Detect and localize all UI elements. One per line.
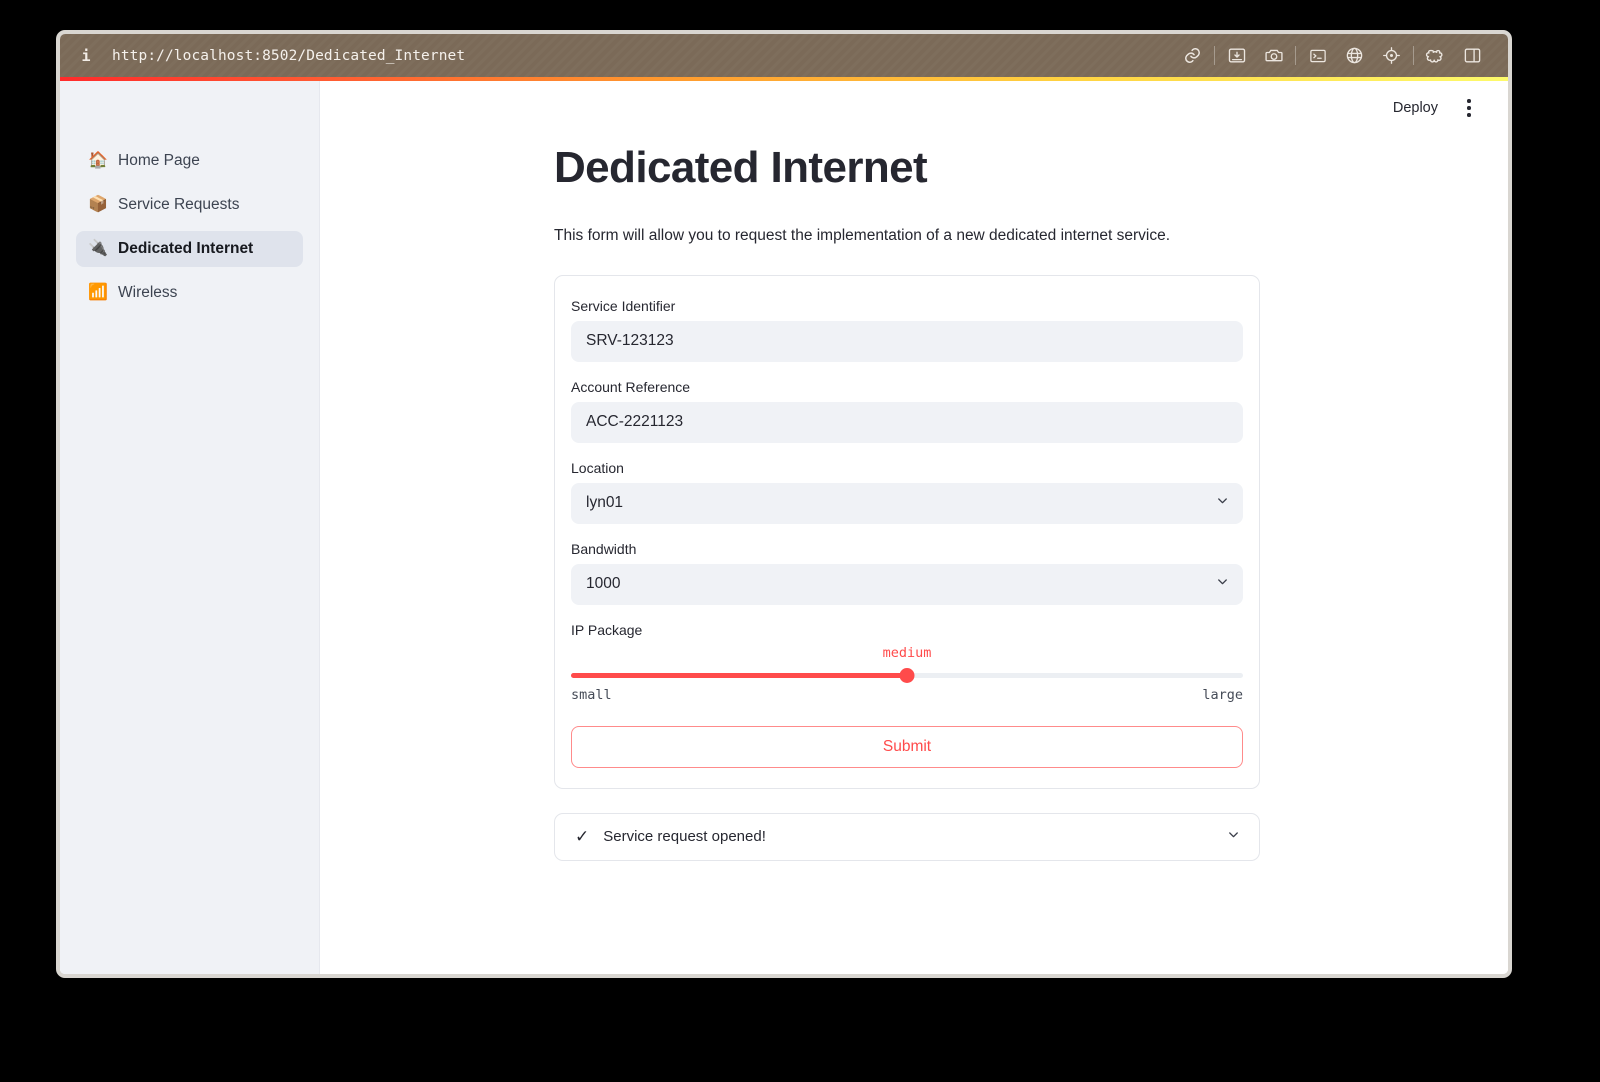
titlebar-icon-group-1 xyxy=(1171,45,1214,66)
kebab-dot xyxy=(1467,99,1471,103)
package-icon: 📦 xyxy=(88,196,108,213)
sidebar-item-service-requests[interactable]: 📦 Service Requests xyxy=(76,187,303,223)
kebab-dot xyxy=(1467,113,1471,117)
content-column: Dedicated Internet This form will allow … xyxy=(554,81,1260,861)
terminal-icon[interactable] xyxy=(1307,45,1328,66)
titlebar-icon-group-2 xyxy=(1215,45,1295,66)
download-image-icon[interactable] xyxy=(1226,45,1247,66)
field-service-identifier: Service Identifier SRV-123123 xyxy=(571,298,1243,362)
deploy-button[interactable]: Deploy xyxy=(1387,96,1444,120)
field-label: Account Reference xyxy=(571,378,691,395)
title-bar: i http://localhost:8502/Dedicated_Intern… xyxy=(60,34,1508,77)
kebab-dot xyxy=(1467,106,1471,110)
field-label: Service Identifier xyxy=(571,297,676,314)
field-ip-package: IP Package medium small large xyxy=(571,622,1243,703)
titlebar-icon-group-4 xyxy=(1414,45,1494,66)
status-text: Service request opened! xyxy=(603,828,766,846)
globe-icon[interactable] xyxy=(1344,45,1365,66)
camera-icon[interactable] xyxy=(1263,45,1284,66)
titlebar-icon-group-3 xyxy=(1296,45,1413,66)
account-reference-input[interactable]: ACC-2221123 xyxy=(571,401,1243,443)
service-identifier-input[interactable]: SRV-123123 xyxy=(571,320,1243,362)
field-location: Location lyn01 xyxy=(571,460,1243,524)
sidebar-item-dedicated-internet[interactable]: 🔌 Dedicated Internet xyxy=(76,231,303,267)
submit-button[interactable]: Submit xyxy=(571,725,1243,768)
top-actions: Deploy xyxy=(1387,95,1480,121)
sidebar: 🏠 Home Page 📦 Service Requests 🔌 Dedicat… xyxy=(60,81,320,974)
sidebar-item-label: Wireless xyxy=(118,284,178,301)
request-form-card: Service Identifier SRV-123123 Account Re… xyxy=(554,274,1260,789)
location-select[interactable]: lyn01 xyxy=(571,482,1243,524)
puzzle-icon[interactable] xyxy=(1425,45,1446,66)
field-label: Bandwidth xyxy=(571,540,637,557)
plug-icon: 🔌 xyxy=(88,240,108,257)
page-title: Dedicated Internet xyxy=(554,143,928,192)
url-text: http://localhost:8502/Dedicated_Internet xyxy=(112,47,466,64)
page-subtitle: This form will allow you to request the … xyxy=(554,226,1170,244)
house-icon: 🏠 xyxy=(88,152,108,169)
bandwidth-select[interactable]: 1000 xyxy=(571,563,1243,605)
bandwidth-select-wrap: 1000 xyxy=(571,563,1243,605)
sidebar-item-label: Home Page xyxy=(118,152,200,169)
slider-value-label: medium xyxy=(882,644,932,661)
field-label: IP Package xyxy=(571,621,643,638)
field-bandwidth: Bandwidth 1000 xyxy=(571,541,1243,605)
app-body: 🏠 Home Page 📦 Service Requests 🔌 Dedicat… xyxy=(60,81,1508,974)
chevron-down-icon[interactable] xyxy=(1226,827,1241,847)
field-account-reference: Account Reference ACC-2221123 xyxy=(571,379,1243,443)
crosshair-icon[interactable] xyxy=(1381,45,1402,66)
more-options-icon[interactable] xyxy=(1458,95,1480,121)
location-select-wrap: lyn01 xyxy=(571,482,1243,524)
sidebar-item-wireless[interactable]: 📶 Wireless xyxy=(76,275,303,311)
main-content: Deploy Dedicated Internet This form will… xyxy=(320,81,1508,974)
status-expander[interactable]: ✓ Service request opened! xyxy=(554,812,1260,861)
window-bottom-edge xyxy=(60,974,1508,978)
slider-fill xyxy=(571,672,907,678)
split-panel-icon[interactable] xyxy=(1462,45,1483,66)
sidebar-item-label: Service Requests xyxy=(118,196,240,213)
ip-package-slider[interactable]: medium xyxy=(571,645,1243,695)
wifi-icon: 📶 xyxy=(88,284,108,301)
info-icon: i xyxy=(81,46,91,65)
sidebar-item-label: Dedicated Internet xyxy=(118,240,254,257)
slider-thumb[interactable] xyxy=(899,668,915,684)
check-icon: ✓ xyxy=(575,827,590,847)
field-label: Location xyxy=(571,459,624,476)
sidebar-item-home-page[interactable]: 🏠 Home Page xyxy=(76,143,303,179)
browser-window: i http://localhost:8502/Dedicated_Intern… xyxy=(56,30,1512,978)
link-icon[interactable] xyxy=(1182,45,1203,66)
